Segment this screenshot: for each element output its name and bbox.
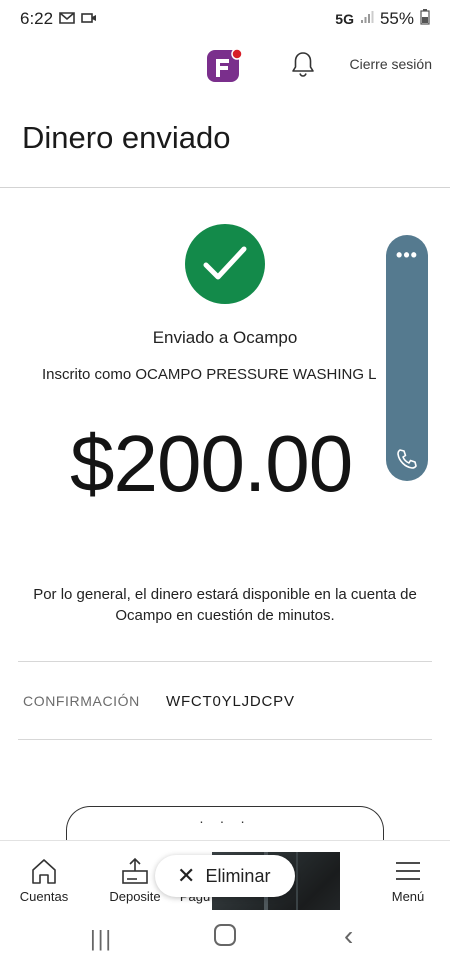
signout-link[interactable]: Cierre sesión [350, 56, 432, 72]
nav-item-menu[interactable]: Menú [388, 841, 428, 911]
home-icon [29, 857, 59, 885]
sent-to-text: Enviado a Ocampo [152, 328, 298, 347]
nav-item-deposite[interactable]: Deposite [108, 841, 162, 911]
back-icon[interactable]: ‹ [344, 920, 353, 952]
video-icon [81, 12, 97, 27]
app-header: Cierre sesión [0, 40, 450, 92]
home-button-icon[interactable] [214, 924, 236, 946]
amount-sent: $200.00 [70, 419, 353, 508]
success-check-icon [185, 224, 265, 304]
availability-note: Por lo general, el dinero estará disponi… [33, 586, 417, 624]
hamburger-menu-icon [393, 857, 423, 885]
signal-icon [360, 9, 374, 29]
close-icon: ✕ [177, 863, 196, 888]
network-type: 5G [335, 11, 354, 27]
system-navigation-bar: ||| ‹ [0, 910, 450, 965]
confirmation-number: WFCT0YLJDCPV [166, 693, 295, 710]
divider [0, 187, 450, 188]
more-options-icon[interactable]: ••• [386, 245, 428, 266]
gmail-icon [59, 11, 75, 27]
battery-icon [420, 8, 430, 30]
eliminar-label: Eliminar [205, 865, 271, 886]
notifications-bell-icon[interactable] [290, 50, 316, 78]
enrolled-as-text: Inscrito como OCAMPO PRESSURE WASHING L [42, 366, 377, 383]
nav-label: Menú [391, 889, 425, 904]
status-bar: 6:22 5G 55% [0, 0, 450, 38]
floating-help-widget[interactable]: ••• [386, 235, 428, 481]
page-title: Dinero enviado [22, 120, 231, 155]
partial-button-text: · · · [199, 813, 251, 829]
phone-icon[interactable] [395, 447, 419, 471]
confirmation-label: CONFIRMACIÓN [23, 693, 140, 709]
divider [18, 661, 432, 662]
check-deposit-icon [120, 857, 150, 885]
nav-item-cuentas[interactable]: Cuentas [20, 841, 68, 911]
nav-label: Cuentas [19, 889, 69, 904]
divider [18, 739, 432, 740]
nav-label: Deposite [109, 889, 161, 904]
status-time: 6:22 [20, 9, 54, 28]
recent-apps-icon[interactable]: ||| [90, 926, 113, 952]
battery-level: 55% [379, 9, 414, 28]
bank-logo-icon[interactable] [207, 47, 243, 83]
eliminar-button[interactable]: ✕ Eliminar [155, 855, 295, 897]
